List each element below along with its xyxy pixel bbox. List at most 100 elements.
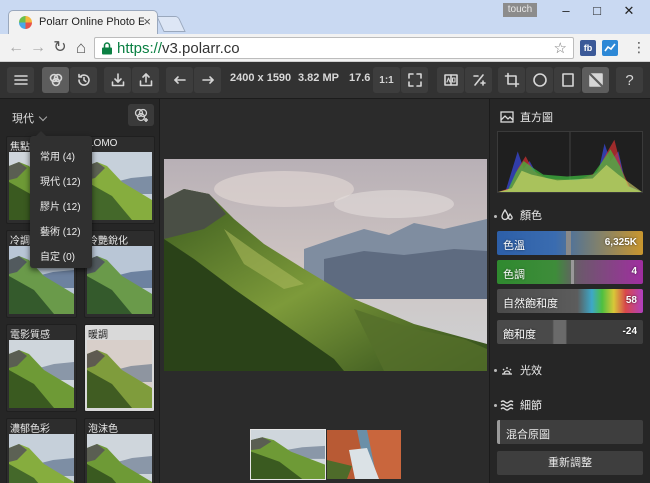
maximize-button[interactable]: □	[584, 2, 610, 20]
tab-close-icon[interactable]: ×	[143, 14, 151, 29]
reload-button[interactable]: ↻	[50, 38, 70, 58]
vibrance-slider[interactable]: 自然飽和度 58	[497, 289, 643, 313]
light-section-header[interactable]: 光效	[500, 362, 542, 378]
tab-title: Polarr Online Photo Edit	[39, 16, 144, 28]
polarr-favicon-icon	[19, 16, 32, 29]
slider-label: 色調	[503, 269, 525, 281]
slider-value: 6,325K	[604, 237, 637, 248]
image-thumbnail[interactable]	[327, 430, 401, 479]
blend-original-button[interactable]: 混合原圖	[497, 420, 643, 444]
filters-icon[interactable]	[42, 67, 69, 93]
menu-icon[interactable]	[7, 67, 34, 93]
filter-name: 電影質感	[10, 330, 50, 341]
tint-slider[interactable]: 色調 4	[497, 260, 643, 284]
image-megapixels: 3.82 MP	[298, 72, 339, 84]
sun-icon	[502, 367, 512, 375]
color-section-title: 顏色	[520, 210, 542, 222]
fullscreen-icon[interactable]	[401, 67, 428, 93]
droplets-icon	[501, 208, 513, 221]
dropdown-item[interactable]: 膠片 (12)	[40, 198, 81, 213]
dropdown-item[interactable]: 藝術 (12)	[40, 223, 81, 238]
image-resolution: 2400 x 1590	[230, 72, 292, 84]
button-label: 混合原圖	[506, 429, 550, 441]
before-after-icon[interactable]	[437, 67, 464, 93]
filter-name: LOMO	[88, 138, 118, 149]
browser-tab[interactable]: Polarr Online Photo Edit ×	[8, 10, 158, 34]
facebook-extension-icon[interactable]: fb	[580, 40, 596, 56]
dropdown-item[interactable]: 常用 (4)	[40, 148, 75, 163]
filter-thumbnail	[87, 246, 152, 314]
slider-value: 58	[625, 295, 637, 306]
lock-icon	[102, 42, 112, 55]
slider-label: 色溫	[503, 240, 525, 252]
slider-value: -24	[622, 326, 637, 337]
waves-icon	[500, 400, 514, 411]
new-tab-button[interactable]	[156, 16, 186, 32]
image-icon	[500, 111, 514, 123]
image-thumbnail-selected[interactable]	[250, 429, 326, 480]
slider-label: 飽和度	[503, 329, 536, 341]
undo-icon[interactable]	[166, 67, 193, 93]
histogram-header[interactable]: 直方圖	[500, 109, 553, 125]
saturation-slider[interactable]: 飽和度 -24	[497, 320, 643, 344]
gradient-mask-icon[interactable]	[554, 67, 581, 93]
detail-section-header[interactable]: 細節	[500, 397, 542, 413]
app-toolbar: 2400 x 1590 3.82 MP 17.6 1:1 ?	[0, 62, 650, 99]
dropdown-item[interactable]: 自定 (0)	[40, 248, 75, 263]
minimize-button[interactable]: –	[553, 2, 579, 20]
slider-handle[interactable]	[571, 260, 574, 284]
filter-card[interactable]: 電影質感	[6, 324, 77, 412]
temperature-slider[interactable]: 色溫 6,325K	[497, 231, 643, 255]
filter-name: 冷艷銳化	[88, 236, 128, 247]
percent-adjust-icon[interactable]	[465, 67, 492, 93]
filter-name: 泡沫色	[88, 424, 118, 435]
filter-thumbnail	[87, 434, 152, 483]
reset-button[interactable]: 重新調整	[497, 451, 643, 475]
detail-section-title: 細節	[520, 400, 542, 412]
section-bullet	[494, 369, 497, 372]
filter-thumbnail	[87, 340, 152, 408]
filter-card[interactable]: 泡沫色	[84, 418, 155, 483]
touch-badge: touch	[503, 3, 537, 17]
forward-button[interactable]: →	[28, 38, 48, 58]
dropdown-item[interactable]: 現代 (12)	[40, 173, 81, 188]
import-icon[interactable]	[104, 67, 131, 93]
bookmark-star-icon[interactable]: ☆	[554, 39, 567, 57]
section-bullet	[494, 404, 497, 407]
back-button[interactable]: ←	[6, 38, 26, 58]
filter-card[interactable]: LOMO	[84, 136, 155, 224]
slider-handle[interactable]	[566, 231, 571, 255]
redo-icon[interactable]	[194, 67, 221, 93]
adjustments-panel: 直方圖 顏色 色溫 6,325K 色調 4 自然飽和度 58 飽和度 -24 光…	[489, 99, 650, 483]
chart-extension-icon[interactable]	[602, 40, 618, 56]
export-icon[interactable]	[132, 67, 159, 93]
filter-name: 焦點	[10, 142, 30, 153]
address-bar-row: ← → ↻ ⌂ https://v3.polarr.co ☆ fb ⋮	[0, 34, 650, 62]
browser-menu-icon[interactable]: ⋮	[632, 39, 646, 55]
zoom-level: 17.6	[349, 72, 371, 84]
filter-card[interactable]: 濃郁色彩	[6, 418, 77, 483]
brush-mask-icon[interactable]	[582, 67, 609, 93]
help-icon[interactable]: ?	[616, 67, 643, 93]
main-photo	[164, 159, 487, 371]
photo-canvas[interactable]	[161, 99, 489, 483]
filter-card-selected[interactable]: 暖調	[84, 324, 155, 412]
dropdown-caret	[36, 131, 46, 136]
home-button[interactable]: ⌂	[71, 38, 91, 58]
radial-mask-icon[interactable]	[526, 67, 553, 93]
window-close-button[interactable]: ✕	[616, 2, 642, 20]
filter-name: 濃郁色彩	[10, 424, 50, 435]
crop-icon[interactable]	[498, 67, 525, 93]
filter-card[interactable]: 冷艷銳化	[84, 230, 155, 318]
filter-thumbnail	[9, 340, 74, 408]
one-to-one-button[interactable]: 1:1	[373, 67, 400, 93]
filter-name: 冷調	[10, 236, 30, 247]
filter-category-select[interactable]: 現代	[12, 110, 48, 126]
add-filter-icon[interactable]	[128, 104, 154, 126]
slider-label: 自然飽和度	[503, 298, 558, 310]
color-section-header[interactable]: 顏色	[500, 207, 542, 223]
history-icon[interactable]	[70, 67, 97, 93]
browser-tabstrip: Polarr Online Photo Edit × touch – □ ✕	[0, 0, 650, 34]
slider-value: 4	[631, 266, 637, 277]
url-field[interactable]: https://v3.polarr.co ☆	[94, 37, 574, 59]
